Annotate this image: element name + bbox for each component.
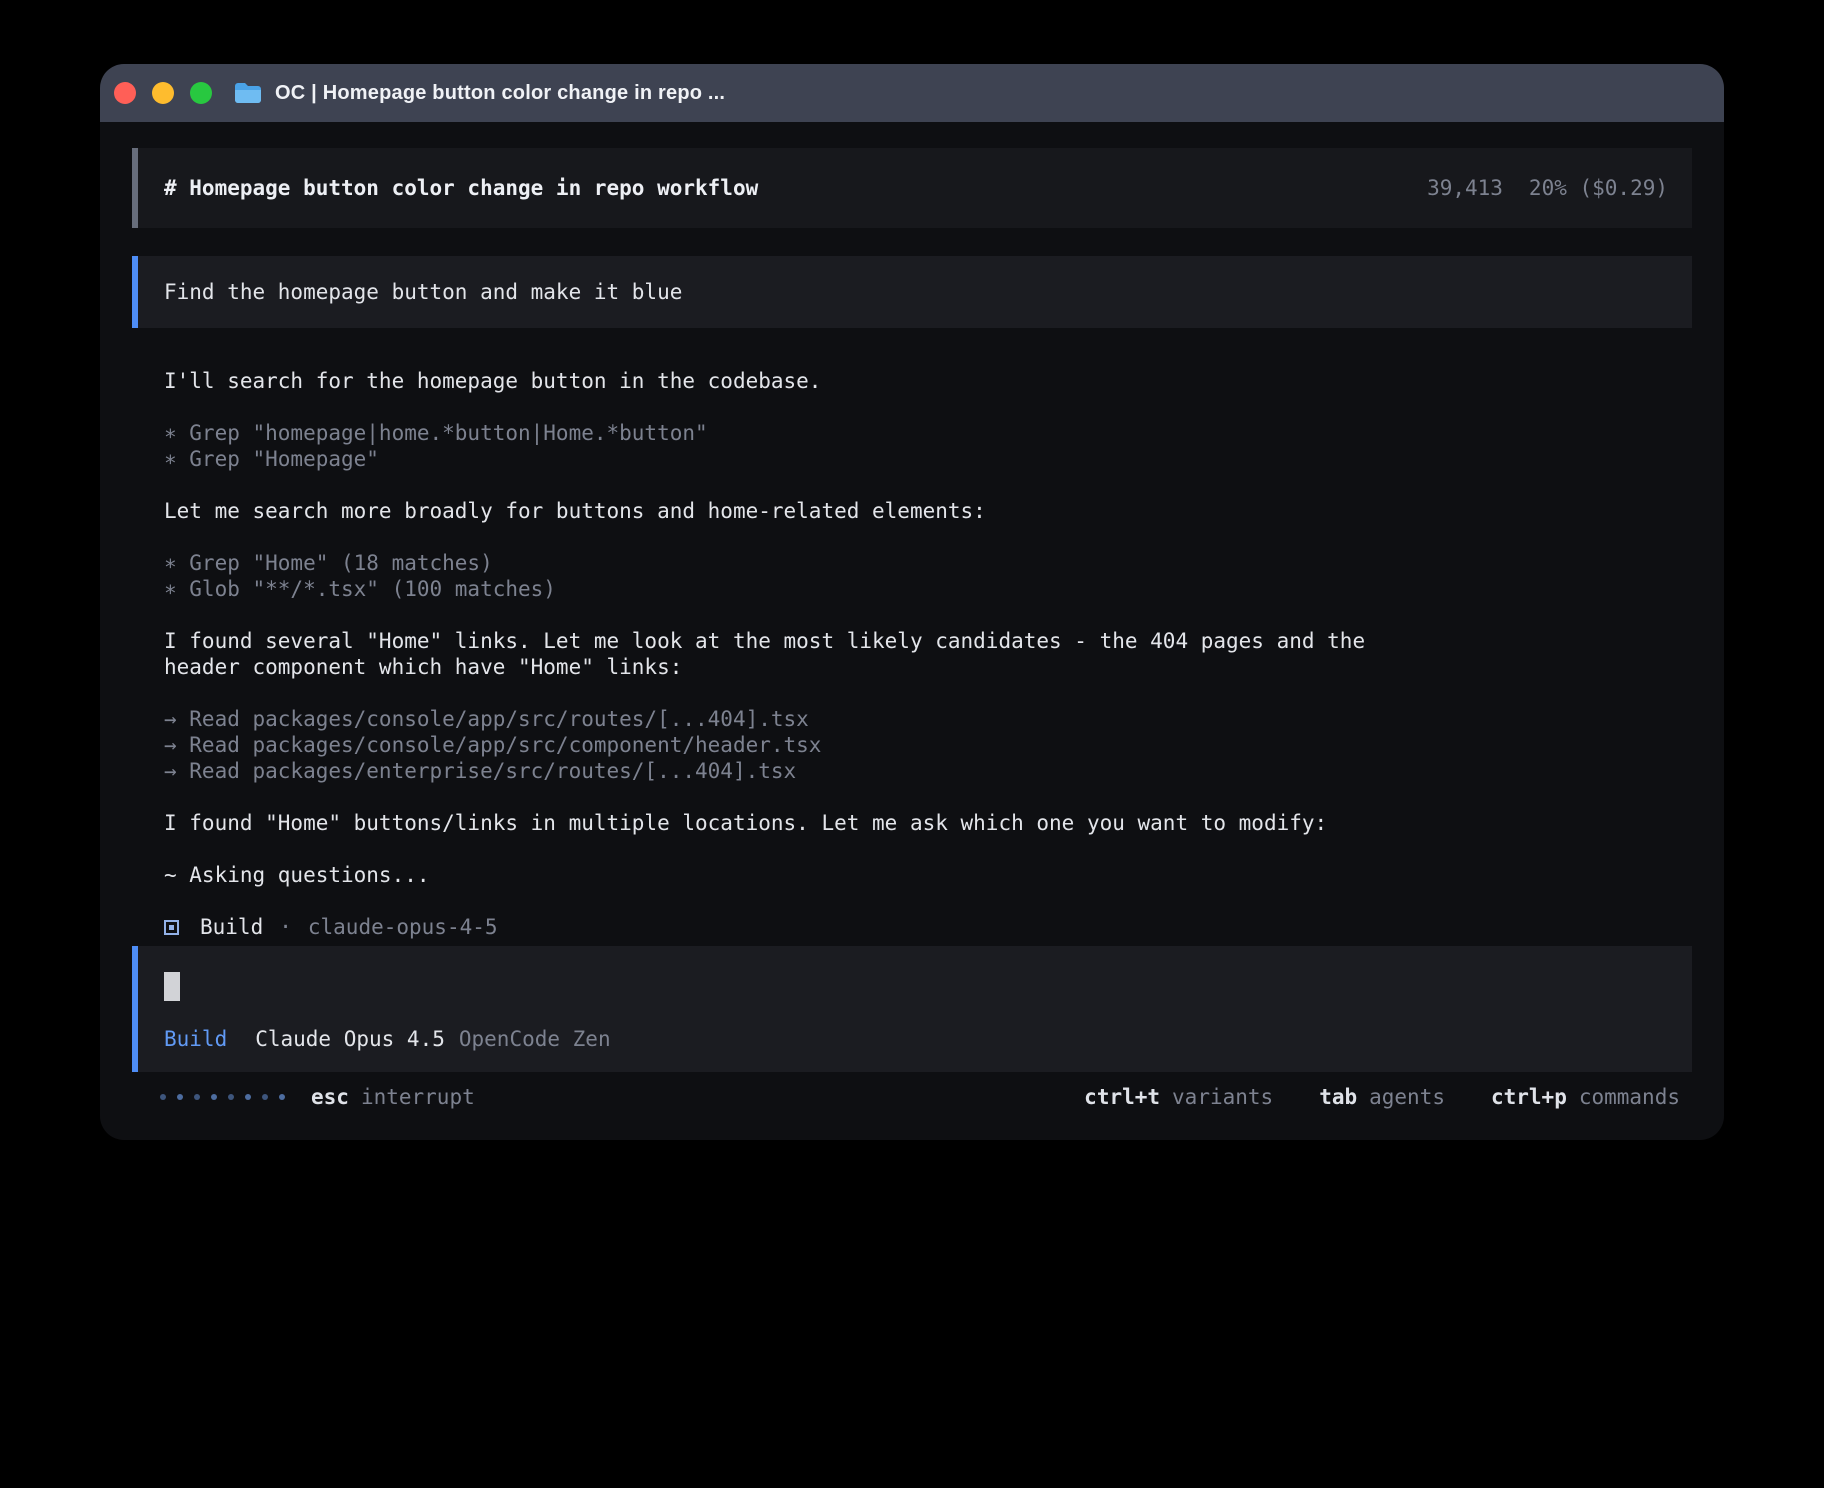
- prompt-input[interactable]: Build Claude Opus 4.5 OpenCode Zen: [132, 946, 1692, 1072]
- status-bar-left: esc interrupt: [160, 1084, 475, 1110]
- terminal-window: OC | Homepage button color change in rep…: [100, 64, 1724, 1140]
- terminal-body: # Homepage button color change in repo w…: [100, 122, 1724, 1110]
- status-bar-right: ctrl+t variants tab agents ctrl+p comman…: [1084, 1084, 1680, 1110]
- esc-key-hint: esc: [311, 1084, 349, 1110]
- tool-call-group: ∗ Grep "Home" (18 matches) ∗ Glob "**/*.…: [164, 550, 1692, 602]
- esc-key-label: interrupt: [361, 1084, 475, 1110]
- assistant-text: I found "Home" buttons/links in multiple…: [164, 810, 1692, 836]
- hint-key: ctrl+t: [1084, 1084, 1160, 1110]
- tool-call-read[interactable]: → Read packages/console/app/src/componen…: [164, 732, 1692, 758]
- transcript: I'll search for the homepage button in t…: [132, 368, 1692, 940]
- session-title: # Homepage button color change in repo w…: [164, 176, 758, 200]
- minimize-button[interactable]: [152, 82, 174, 104]
- hint-key: ctrl+p: [1491, 1084, 1567, 1110]
- hint-label: agents: [1369, 1084, 1445, 1110]
- titlebar: OC | Homepage button color change in rep…: [100, 64, 1724, 122]
- hint-label: variants: [1172, 1084, 1273, 1110]
- session-header: # Homepage button color change in repo w…: [132, 148, 1692, 228]
- user-message: Find the homepage button and make it blu…: [132, 256, 1692, 328]
- mode-badge[interactable]: Build: [164, 1026, 227, 1052]
- agent-status: Build · claude-opus-4-5: [164, 914, 1692, 940]
- agent-model: claude-opus-4-5: [308, 914, 498, 940]
- zoom-button[interactable]: [190, 82, 212, 104]
- status-line: ~ Asking questions...: [164, 862, 1692, 888]
- status-bar: esc interrupt ctrl+t variants tab agents…: [132, 1084, 1692, 1110]
- tool-call-grep[interactable]: ∗ Grep "Home" (18 matches): [164, 550, 1692, 576]
- token-count: 39,413: [1427, 176, 1503, 200]
- text-cursor-block: [164, 972, 180, 1001]
- tool-call-glob[interactable]: ∗ Glob "**/*.tsx" (100 matches): [164, 576, 1692, 602]
- hint-commands: ctrl+p commands: [1491, 1084, 1680, 1110]
- hint-label: commands: [1579, 1084, 1680, 1110]
- assistant-text: I'll search for the homepage button in t…: [164, 368, 1692, 394]
- spinner-dots: [160, 1094, 285, 1100]
- agent-separator: ·: [279, 914, 292, 940]
- folder-icon: [234, 82, 262, 104]
- agent-name: Build: [200, 914, 263, 940]
- tool-call-grep[interactable]: ∗ Grep "homepage|home.*button|Home.*butt…: [164, 420, 1692, 446]
- assistant-text: Let me search more broadly for buttons a…: [164, 498, 1692, 524]
- hint-variants: ctrl+t variants: [1084, 1084, 1273, 1110]
- hint-agents: tab agents: [1319, 1084, 1445, 1110]
- agent-icon: [164, 920, 179, 935]
- provider-name: OpenCode Zen: [459, 1026, 611, 1052]
- tool-call-read[interactable]: → Read packages/enterprise/src/routes/[.…: [164, 758, 1692, 784]
- session-stats: 39,413 20% ($0.29): [1427, 176, 1668, 200]
- tool-call-grep[interactable]: ∗ Grep "Homepage": [164, 446, 1692, 472]
- context-cost: 20% ($0.29): [1529, 176, 1668, 200]
- read-call-group: → Read packages/console/app/src/routes/[…: [164, 706, 1692, 784]
- assistant-text: I found several "Home" links. Let me loo…: [164, 628, 1404, 680]
- traffic-lights: [114, 82, 212, 104]
- user-message-text: Find the homepage button and make it blu…: [164, 280, 682, 304]
- window-title: OC | Homepage button color change in rep…: [275, 82, 725, 105]
- model-name[interactable]: Claude Opus 4.5: [255, 1026, 445, 1052]
- input-status-row: Build Claude Opus 4.5 OpenCode Zen: [164, 1026, 1666, 1052]
- hint-key: tab: [1319, 1084, 1357, 1110]
- tool-call-read[interactable]: → Read packages/console/app/src/routes/[…: [164, 706, 1692, 732]
- close-button[interactable]: [114, 82, 136, 104]
- tool-call-group: ∗ Grep "homepage|home.*button|Home.*butt…: [164, 420, 1692, 472]
